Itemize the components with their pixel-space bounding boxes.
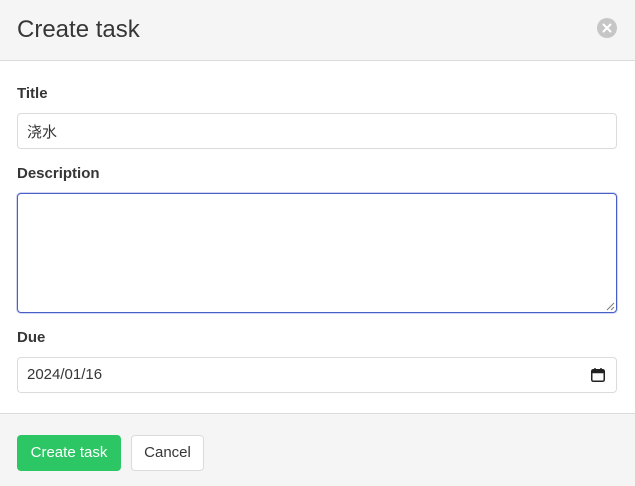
- title-label: Title: [17, 85, 48, 102]
- modal-header: Create task: [0, 0, 635, 61]
- description-label: Description: [17, 165, 100, 182]
- due-date-value: 2024/01/16: [27, 366, 103, 383]
- modal-footer: Create task Cancel: [0, 413, 635, 486]
- due-date-input[interactable]: 2024/01/16: [17, 357, 617, 393]
- due-label: Due: [17, 329, 46, 346]
- cancel-button[interactable]: Cancel: [131, 435, 204, 471]
- calendar-icon[interactable]: [591, 368, 605, 382]
- close-icon: [602, 23, 612, 33]
- title-input[interactable]: [17, 113, 617, 149]
- create-task-button[interactable]: Create task: [17, 435, 121, 471]
- resize-grip-icon[interactable]: [606, 302, 615, 311]
- create-task-modal: Create task Title Description Due 2024/0…: [0, 0, 635, 486]
- modal-title: Create task: [17, 16, 140, 43]
- close-button[interactable]: [597, 18, 617, 38]
- description-textarea[interactable]: [17, 193, 617, 313]
